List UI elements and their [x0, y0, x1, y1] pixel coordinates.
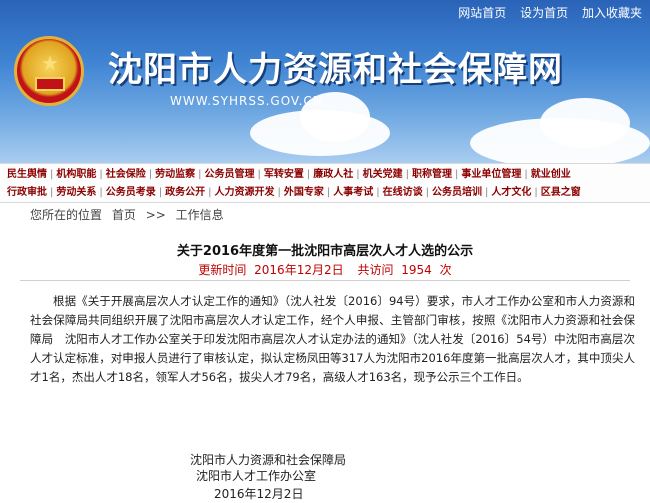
site-banner: 网站首页 设为首页 加入收藏夹 ★ 沈阳市人力资源和社会保障网 WWW.SYHR… [0, 0, 650, 163]
visits-unit: 次 [439, 263, 452, 277]
breadcrumb-prefix: 您所在的位置 [30, 208, 103, 222]
signature-line: 沈阳市人才工作办公室 [196, 469, 317, 483]
nav-item[interactable]: 外国专家 [281, 185, 327, 203]
nav-item[interactable]: 公务员培训 [429, 185, 485, 203]
breadcrumb-section-link[interactable]: 工作信息 [176, 208, 224, 222]
signature-line: 沈阳市人力资源和社会保障局 [190, 453, 347, 467]
nav-item[interactable]: 公务员考录 [103, 185, 159, 203]
main-nav: 民生舆情 | 机构职能 | 社会保险 | 劳动监察 | 公务员管理 | 军转安置 | 廉政人… [0, 163, 650, 203]
national-emblem-icon: ★ [14, 36, 84, 106]
nav-item[interactable]: 廉政人社 [310, 167, 356, 185]
add-favorite-link[interactable]: 加入收藏夹 [582, 6, 642, 20]
nav-item[interactable]: 行政审批 [4, 185, 50, 203]
article-title: 关于2016年度第一批沈阳市高层次人才人选的公示 [176, 244, 474, 259]
nav-item[interactable]: 事业单位管理 [458, 167, 524, 185]
updated-value: 2016年12月2日 [254, 263, 344, 277]
nav-item[interactable]: 劳动关系 [53, 185, 99, 203]
nav-item[interactable]: 社会保险 [103, 167, 149, 185]
site-url: WWW.SYHRSS.GOV.CN [170, 94, 323, 108]
nav-item[interactable]: 政务公开 [162, 185, 208, 203]
nav-item[interactable]: 人事考试 [330, 185, 376, 203]
top-links: 网站首页 设为首页 加入收藏夹 [448, 4, 642, 21]
visits-value: 1954 [401, 263, 432, 277]
nav-item[interactable]: 人才文化 [488, 185, 534, 203]
nav-item[interactable]: 机构职能 [53, 167, 99, 185]
site-title: 沈阳市人力资源和社会保障网 [108, 50, 563, 90]
nav-item[interactable]: 机关党建 [360, 167, 406, 185]
nav-item[interactable]: 区县之窗 [538, 185, 584, 203]
nav-row-2: 行政审批 | 劳动关系 | 公务员考录 | 政务公开 | 人力资源开发 | 外国专家 | 人… [4, 185, 584, 203]
updated-label: 更新时间 [198, 263, 247, 277]
nav-item[interactable]: 职称管理 [409, 167, 455, 185]
breadcrumb: 您所在的位置 首页 >> 工作信息 [0, 204, 650, 226]
nav-item[interactable]: 民生舆情 [4, 167, 50, 185]
home-link[interactable]: 网站首页 [458, 6, 506, 20]
nav-item[interactable]: 人力资源开发 [212, 185, 278, 203]
article-body: 根据《关于开展高层次人才认定工作的通知》（沈人社发〔2016〕94号）要求，市人… [30, 294, 635, 384]
nav-item[interactable]: 公务员管理 [202, 167, 258, 185]
article-meta: 更新时间 2016年12月2日 共访问 1954 次 [0, 261, 650, 278]
signature-date: 2016年12月2日 [214, 487, 304, 501]
set-homepage-link[interactable]: 设为首页 [520, 6, 568, 20]
divider [20, 280, 630, 281]
nav-row-1: 民生舆情 | 机构职能 | 社会保险 | 劳动监察 | 公务员管理 | 军转安置 | 廉政人… [4, 167, 574, 185]
breadcrumb-separator: >> [145, 208, 166, 222]
breadcrumb-home-link[interactable]: 首页 [112, 208, 136, 222]
nav-item[interactable]: 在线访谈 [380, 185, 426, 203]
banner-cloud [540, 98, 630, 148]
nav-item[interactable]: 军转安置 [261, 167, 307, 185]
nav-item[interactable]: 就业创业 [528, 167, 574, 185]
nav-item[interactable]: 劳动监察 [152, 167, 198, 185]
visits-label: 共访问 [357, 263, 394, 277]
